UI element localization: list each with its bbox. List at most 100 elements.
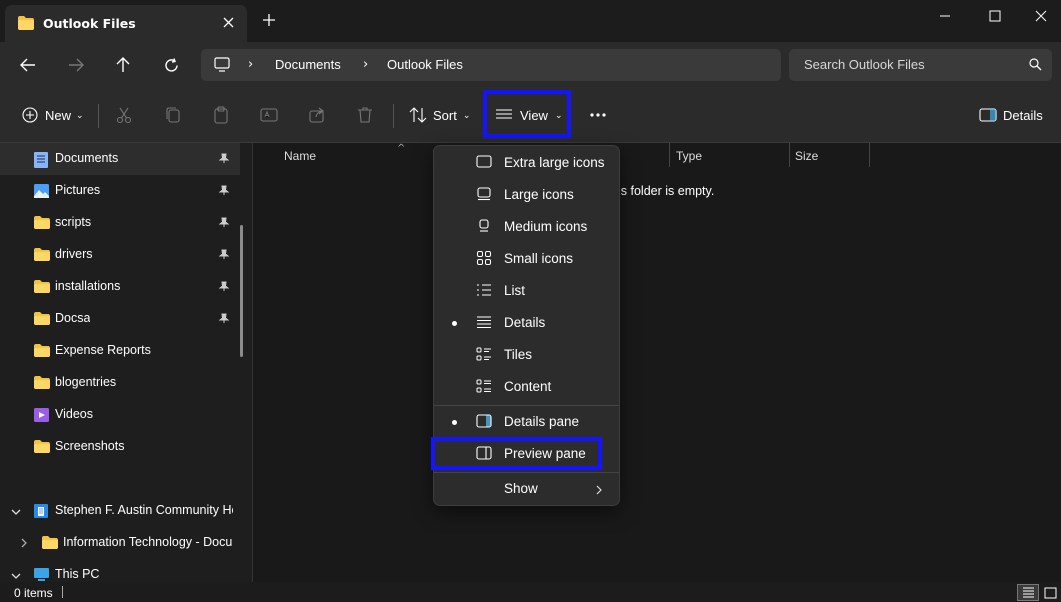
menu-item-medium-icons[interactable]: Medium icons [434,211,619,243]
chevron-right-icon[interactable] [21,537,28,551]
navigation-bar: › Documents › Outlook Files Search Outlo… [0,42,1061,88]
new-button[interactable]: New ⌄ [20,103,84,127]
breadcrumb-documents[interactable]: Documents [275,57,341,72]
search-input[interactable]: Search Outlook Files [789,49,1052,81]
menu-item-content[interactable]: Content [434,371,619,403]
column-header-type[interactable]: Type [676,149,702,163]
details-view-icon [476,315,492,332]
menu-item-extra-large-icons[interactable]: Extra large icons [434,147,619,179]
menu-item-small-icons[interactable]: Small icons [434,243,619,275]
sidebar-item-screenshots[interactable]: Screenshots [0,431,240,463]
folder-icon [18,16,34,33]
chevron-down-icon: ⌄ [76,109,84,120]
sidebar-item-drivers[interactable]: drivers [0,239,240,271]
menu-item-large-icons[interactable]: Large icons [434,179,619,211]
column-divider [869,143,870,167]
new-label: New [45,107,72,123]
medium-icons-icon [476,219,492,236]
tiles-view-icon [476,347,492,364]
tab-outlook-files[interactable]: Outlook Files [5,5,247,42]
copy-icon[interactable] [164,103,182,127]
plus-icon[interactable] [262,13,280,31]
delete-icon[interactable] [356,103,374,127]
column-divider [789,143,790,167]
menu-item-label: Tiles [504,347,533,362]
sidebar-item-expense-reports[interactable]: Expense Reports [0,335,240,367]
menu-item-label: List [504,283,526,298]
sidebar-item-installations[interactable]: installations [0,271,240,303]
more-options-icon[interactable] [589,103,607,127]
close-icon[interactable] [220,14,236,30]
file-list[interactable]: ^ Name Type Size is folder is empty. [254,143,1061,582]
folder-icon [34,376,50,392]
pin-icon[interactable] [218,153,230,167]
sidebar-tree-stephen-f-austin[interactable]: Stephen F. Austin Community He [0,495,240,527]
share-icon[interactable] [308,103,326,127]
building-icon [34,504,48,521]
sidebar-item-label: Screenshots [55,439,125,453]
sidebar-item-scripts[interactable]: scripts [0,207,240,239]
menu-item-label: Show [504,481,538,496]
sidebar-item-label: Docsa [55,311,91,325]
minimize-icon[interactable] [935,6,955,26]
sidebar-item-pictures[interactable]: Pictures [0,175,240,207]
sidebar-item-label: installations [55,279,121,293]
details-view-toggle-icon[interactable] [1017,584,1039,601]
sidebar-item-blogentries[interactable]: blogentries [0,367,240,399]
menu-item-list[interactable]: List [434,275,619,307]
sort-ascending-icon: ^ [397,143,406,154]
details-pane-button[interactable]: Details [978,103,1043,127]
details-pane-icon [978,105,998,125]
refresh-icon[interactable] [160,54,182,76]
sidebar-item-docsa[interactable]: Docsa [0,303,240,335]
address-bar[interactable]: › Documents › Outlook Files [201,49,781,81]
column-header-size[interactable]: Size [795,149,818,163]
chevron-down-icon[interactable] [11,569,21,583]
menu-item-label: Small icons [504,251,574,266]
sidebar-item-label: Stephen F. Austin Community He [55,503,233,517]
pin-icon[interactable] [218,217,230,231]
forward-arrow-icon[interactable] [65,54,87,76]
pin-icon[interactable] [218,249,230,263]
sidebar-item-videos[interactable]: Videos [0,399,240,431]
empty-folder-message: is folder is empty. [618,184,715,198]
rename-icon[interactable] [260,103,278,127]
large-icons-icon [476,187,492,204]
close-icon[interactable] [1031,6,1051,26]
menu-item-label: Details pane [504,414,580,429]
up-arrow-icon[interactable] [112,54,134,76]
column-header-name[interactable]: Name [284,149,316,163]
sidebar-tree-information-technology[interactable]: Information Technology - Docur [0,527,240,559]
menu-item-details[interactable]: Details [434,307,619,339]
sidebar-item-label: scripts [55,215,92,229]
plus-circle-icon [20,105,40,125]
sidebar-scrollbar[interactable] [240,225,243,357]
sort-button[interactable]: Sort ⌄ [408,103,470,127]
paste-icon[interactable] [212,103,230,127]
chevron-down-icon[interactable] [11,505,21,519]
menu-item-label: Large icons [504,187,574,202]
sidebar-tree-this-pc[interactable]: This PC [0,559,240,582]
breadcrumb-outlook-files[interactable]: Outlook Files [387,57,463,72]
pin-icon[interactable] [218,185,230,199]
list-view-icon [476,283,492,300]
menu-item-label: Extra large icons [504,155,605,170]
status-bar: 0 items [0,582,1061,602]
pin-icon[interactable] [218,281,230,295]
divider [98,104,99,128]
menu-item-show[interactable]: Show [434,473,619,505]
pin-icon[interactable] [218,313,230,327]
extra-large-icons-icon [476,155,492,172]
command-bar: New ⌄ Sort ⌄ View ⌄ Details [0,88,1061,143]
menu-item-details-pane[interactable]: Details pane [434,406,619,438]
cut-icon[interactable] [115,103,133,127]
content-view-icon [476,379,492,396]
back-arrow-icon[interactable] [17,54,39,76]
sidebar-item-label: This PC [55,567,100,581]
preview-pane-highlight [431,437,602,470]
sidebar-item-documents[interactable]: Documents [0,143,240,175]
view-button-highlight [483,90,571,138]
maximize-icon[interactable] [985,6,1005,26]
menu-item-tiles[interactable]: Tiles [434,339,619,371]
tiles-view-toggle-icon[interactable] [1042,585,1058,600]
